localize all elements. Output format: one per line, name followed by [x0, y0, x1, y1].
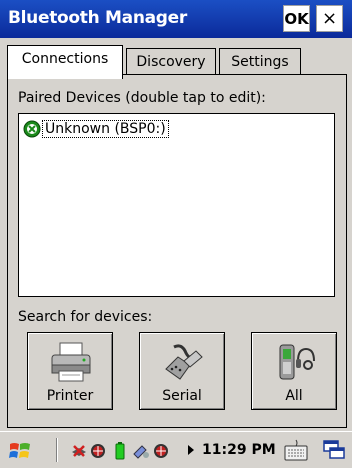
tray-expand-arrow-icon[interactable] [188, 445, 194, 455]
device-label: Unknown (BSP0:) [42, 120, 169, 138]
bluetooth-manager-window: Bluetooth Manager OK × Connections Disco… [0, 0, 352, 468]
taskbar: 11:29 PM [0, 431, 352, 468]
printer-button[interactable]: Printer [27, 332, 113, 410]
tab-connections[interactable]: Connections [7, 45, 123, 79]
printer-button-label: Printer [46, 388, 94, 404]
serial-cable-icon [165, 344, 203, 380]
windows-icon[interactable] [322, 439, 346, 461]
all-button-label: All [285, 388, 303, 404]
sync-icon[interactable] [132, 442, 150, 460]
no-signal-icon[interactable] [70, 442, 88, 460]
tab-discovery[interactable]: Discovery [126, 48, 216, 74]
network-globe-icon[interactable] [89, 442, 107, 460]
search-devices-label: Search for devices: [18, 309, 153, 325]
window-title: Bluetooth Manager [8, 8, 187, 28]
close-button[interactable]: × [316, 5, 343, 32]
printer-icon [51, 342, 91, 382]
battery-icon[interactable] [111, 442, 129, 460]
ok-button[interactable]: OK [283, 5, 310, 32]
bluetooth-device-icon [23, 120, 41, 138]
paired-devices-list[interactable]: Unknown (BSP0:) [18, 113, 335, 297]
phone-headset-icon [279, 344, 315, 380]
list-item[interactable]: Unknown (BSP0:) [23, 119, 329, 139]
serial-button-label: Serial [162, 388, 202, 404]
network-globe-icon[interactable] [152, 442, 170, 460]
windows-start-icon[interactable] [8, 440, 32, 462]
title-bar: Bluetooth Manager OK × [0, 0, 352, 38]
clock[interactable]: 11:29 PM [202, 442, 276, 458]
all-button[interactable]: All [251, 332, 337, 410]
tab-settings[interactable]: Settings [219, 48, 301, 74]
tab-strip: Connections Discovery Settings [0, 38, 352, 79]
serial-button[interactable]: Serial [139, 332, 225, 410]
taskbar-separator [56, 438, 58, 462]
keyboard-icon[interactable] [284, 438, 308, 462]
paired-devices-label: Paired Devices (double tap to edit): [18, 90, 266, 106]
